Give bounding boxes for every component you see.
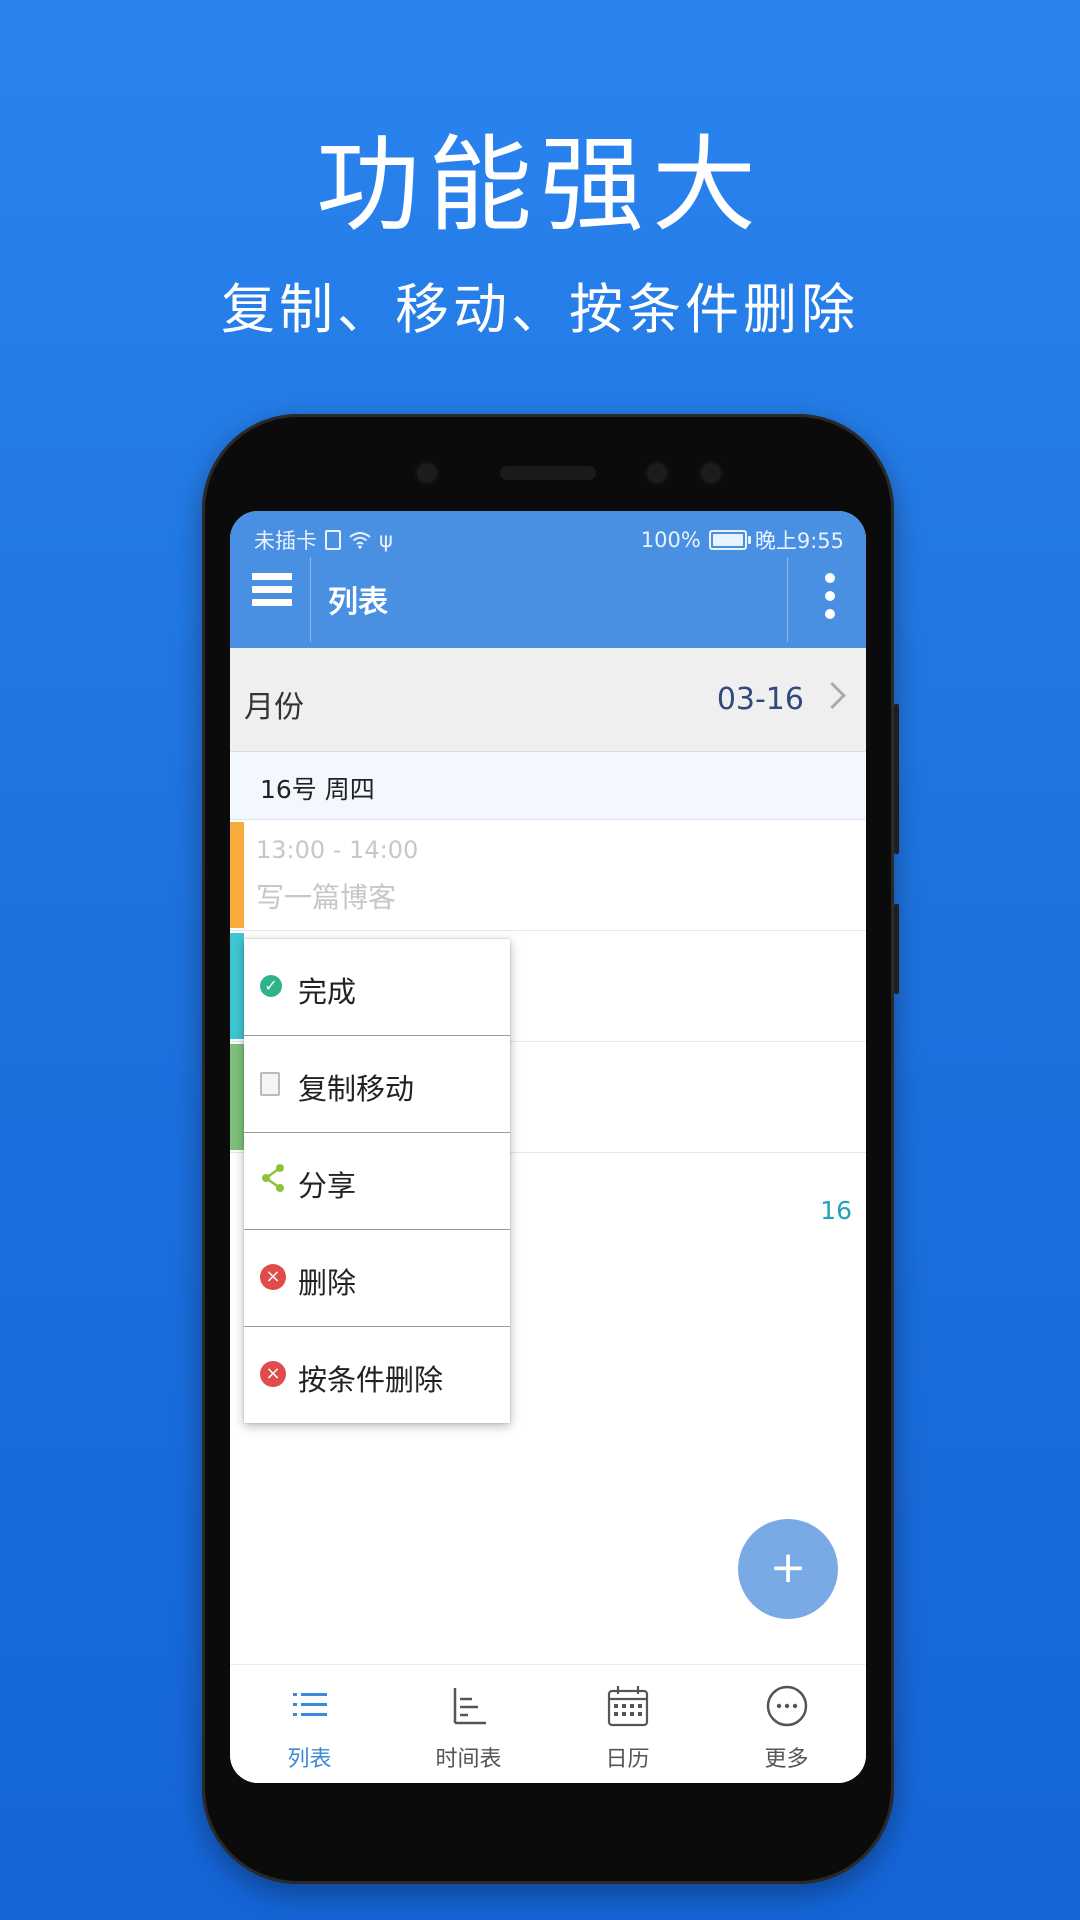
menu-item-conditional-delete[interactable]: × 按条件删除 [244,1327,510,1423]
menu-icon [252,573,292,580]
volume-button [894,704,899,854]
month-selector[interactable]: 月份 03-16 [230,648,866,752]
menu-item-label: 删除 [298,1266,357,1300]
tab-calendar[interactable]: 日历 [548,1665,707,1783]
phone-frame: 未插卡 ψ 100% 晚上9:55 列表 月份 03-16 16号 周四 13:… [202,414,899,1884]
add-event-button[interactable]: + [738,1519,838,1619]
chevron-right-icon [819,682,846,709]
tab-label: 列表 [287,1747,332,1772]
usb-icon: ψ [379,528,393,552]
menu-item-label: 复制移动 [298,1072,415,1106]
phone-screen: 未插卡 ψ 100% 晚上9:55 列表 月份 03-16 16号 周四 13:… [230,511,866,1783]
calendar-icon [607,1686,648,1727]
tab-label: 更多 [764,1747,809,1772]
battery-icon [708,530,751,550]
menu-item-label: 完成 [298,975,357,1009]
list-icon [292,1693,327,1716]
menu-button[interactable] [252,573,292,613]
month-value: 03-16 [716,682,804,717]
sensor [644,460,670,486]
appbar-divider [310,557,311,642]
day-header: 16号 周四 [230,752,866,820]
battery-percent: 100% [640,528,701,552]
event-date-badge: 16 [820,1196,852,1225]
check-circle-icon: ✓ [260,975,282,997]
tab-list[interactable]: 列表 [230,1665,389,1783]
menu-item-label: 按条件删除 [298,1363,444,1397]
promo-title: 功能强大 [315,124,764,246]
event-color-bar [230,1044,244,1150]
more-vert-icon [825,573,835,583]
top-bar: 未插卡 ψ 100% 晚上9:55 列表 [230,511,866,648]
tab-label: 时间表 [435,1747,502,1772]
event-color-bar [230,822,244,928]
tab-more[interactable]: 更多 [707,1665,866,1783]
delete-x-icon: × [260,1264,286,1290]
menu-item-complete[interactable]: ✓ 完成 [244,939,510,1036]
page-title: 列表 [328,585,388,620]
tab-timeline[interactable]: 时间表 [389,1665,548,1783]
delete-x-icon: × [260,1361,286,1387]
share-icon [262,1164,284,1192]
month-label: 月份 [244,690,304,725]
event-title: 写一篇博客 [256,881,397,914]
front-camera [414,460,440,486]
event-time: 13:00 - 14:00 [256,836,419,864]
power-button [894,904,899,994]
event-color-bar [230,933,244,1039]
document-icon [260,1072,280,1096]
app-bar: 列表 [230,551,866,648]
sensor-2 [698,460,724,486]
menu-item-share[interactable]: 分享 [244,1133,510,1230]
menu-item-delete[interactable]: × 删除 [244,1230,510,1327]
day-label: 16号 周四 [260,775,375,804]
tab-label: 日历 [605,1747,650,1772]
overflow-menu-button[interactable] [824,573,836,619]
menu-item-label: 分享 [298,1169,357,1203]
menu-item-copy-move[interactable]: 复制移动 [244,1036,510,1133]
wifi-icon [349,532,371,549]
promo-subtitle: 复制、移动、按条件删除 [221,278,859,341]
context-menu: ✓ 完成 复制移动 分享 × 删除 × 按条件删除 [244,939,510,1423]
earpiece-speaker [500,466,596,480]
more-icon [766,1685,807,1727]
event-item[interactable]: 13:00 - 14:00 写一篇博客 [230,820,866,931]
timeline-icon [453,1688,486,1725]
bottom-tab-bar: 列表 时间表 日历 更多 [230,1664,866,1783]
appbar-divider-right [787,557,788,642]
sim-icon [325,530,341,550]
